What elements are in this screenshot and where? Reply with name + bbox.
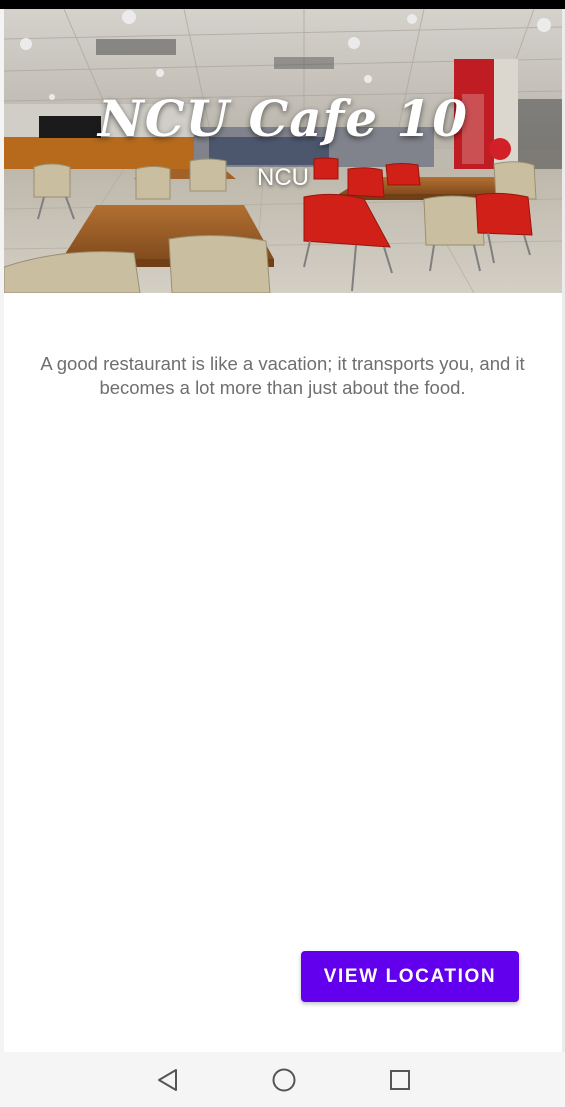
back-button[interactable] [154,1066,182,1094]
cafe-title: NCU Cafe 10 [97,89,468,148]
back-triangle-icon [158,1069,177,1091]
view-location-button[interactable]: VIEW LOCATION [301,951,519,1002]
system-navigation-bar [0,1052,565,1107]
cafe-subtitle: NCU [257,164,309,191]
home-button[interactable] [270,1066,298,1094]
recents-square-icon [390,1070,410,1090]
cafeteria-photo [4,9,562,293]
app-screen: NCU Cafe 10 NCU A good restaurant is lik… [0,0,565,1107]
status-bar [0,0,565,9]
recents-button[interactable] [386,1066,414,1094]
cafe-description: A good restaurant is like a vacation; it… [40,353,525,398]
hero-banner: NCU Cafe 10 NCU [4,9,562,293]
home-circle-icon [272,1068,296,1092]
